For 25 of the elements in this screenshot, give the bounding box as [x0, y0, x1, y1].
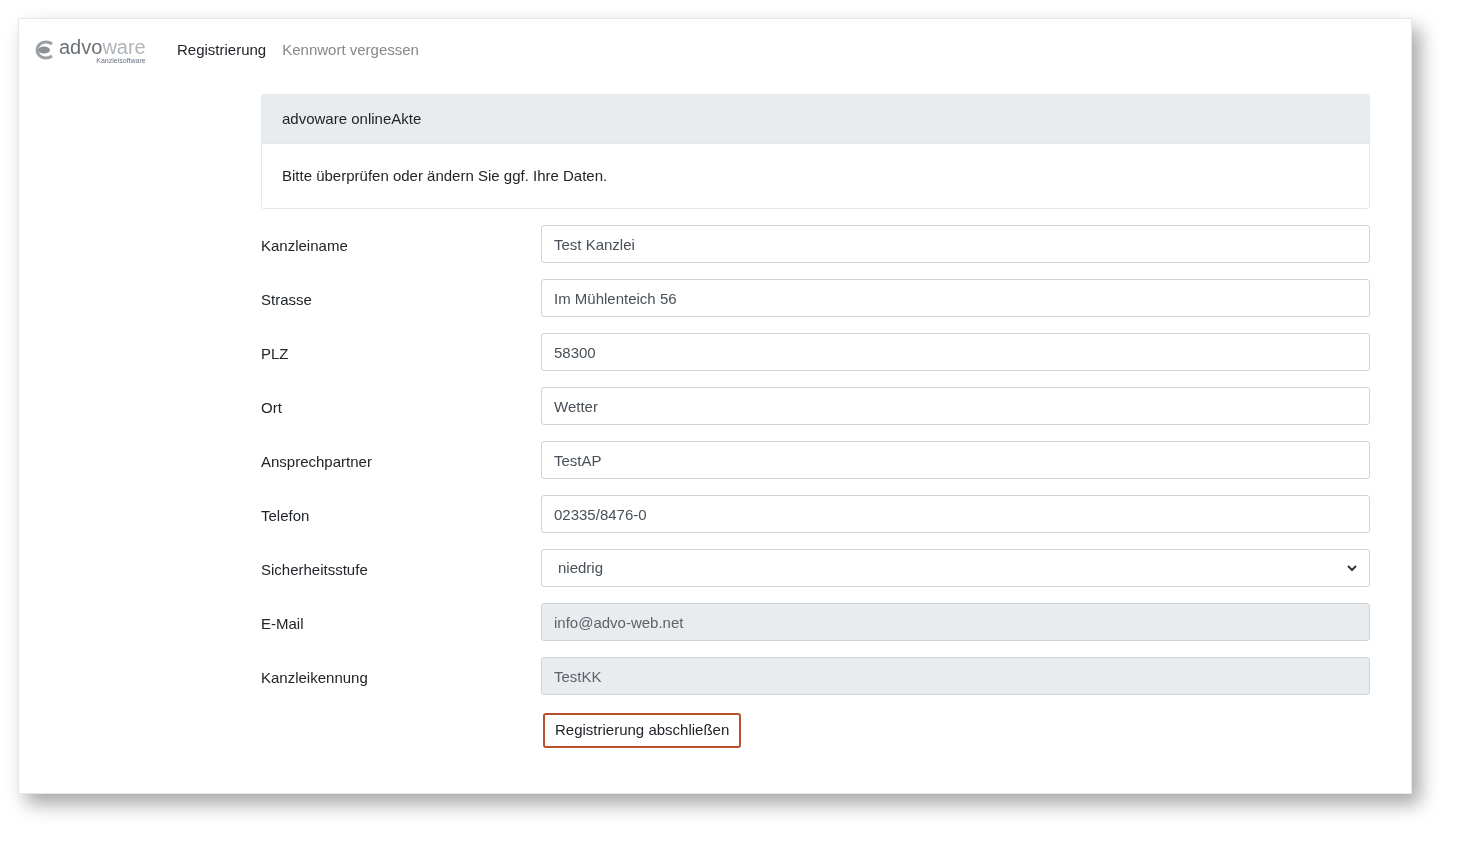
logo-swirl-icon [33, 40, 55, 60]
nav-link[interactable]: Kennwort vergessen [282, 38, 419, 62]
input-field[interactable]: 02335/8476-0 [541, 495, 1370, 533]
input-field[interactable]: TestAP [541, 441, 1370, 479]
chevron-down-icon [1347, 564, 1357, 572]
input-field[interactable]: Test Kanzlei [541, 225, 1370, 263]
field-label: Kanzleiname [261, 236, 349, 256]
logo-text: advo [59, 35, 103, 58]
input-field[interactable]: 58300 [541, 333, 1370, 371]
field-label: Kanzleikennung [261, 668, 369, 688]
input-field[interactable]: Im Mühlenteich 56 [541, 279, 1370, 317]
field-label: Ort [261, 398, 283, 418]
card-header: advoware onlineAkte [262, 95, 1369, 144]
select-field[interactable]: niedrig [541, 549, 1370, 587]
logo-text: ware [102, 35, 146, 58]
field-label: Ansprechpartner [261, 452, 373, 472]
input-field[interactable]: Wetter [541, 387, 1370, 425]
field-label: Sicherheitsstufe [261, 560, 369, 580]
nav-link[interactable]: Registrierung [177, 38, 267, 62]
field-label: Telefon [261, 506, 311, 526]
field-label: PLZ [261, 344, 290, 364]
card-text: Bitte überprüfen oder ändern Sie ggf. Ihre Daten. [281, 165, 609, 186]
field-label: E-Mail [261, 614, 305, 634]
submit-button[interactable]: Registrierung abschließen [543, 713, 742, 748]
field-label: Strasse [261, 290, 313, 310]
